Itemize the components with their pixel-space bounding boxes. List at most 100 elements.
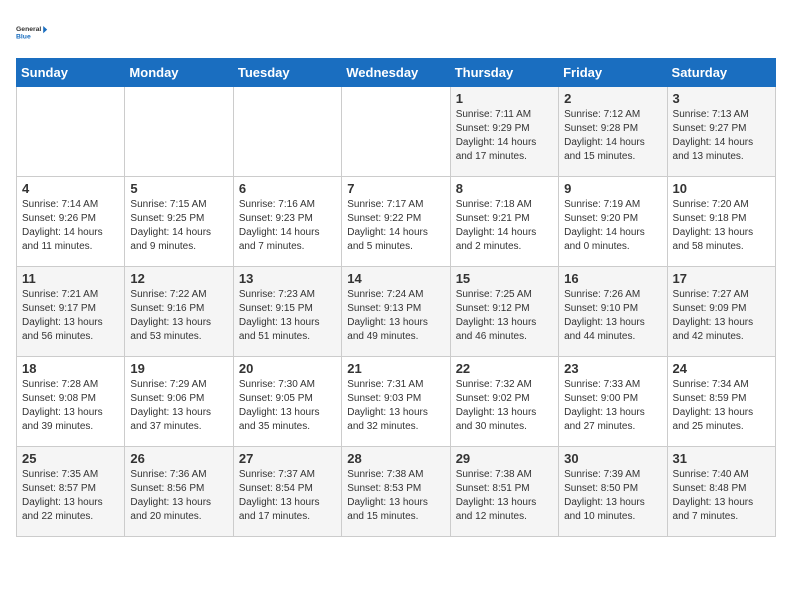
day-number: 2 (564, 91, 661, 106)
day-number: 20 (239, 361, 336, 376)
calendar-cell: 3Sunrise: 7:13 AM Sunset: 9:27 PM Daylig… (667, 87, 775, 177)
weekday-header: Wednesday (342, 59, 450, 87)
calendar-cell (233, 87, 341, 177)
day-info: Sunrise: 7:31 AM Sunset: 9:03 PM Dayligh… (347, 378, 444, 434)
day-number: 5 (130, 181, 227, 196)
day-number: 23 (564, 361, 661, 376)
day-info: Sunrise: 7:25 AM Sunset: 9:12 PM Dayligh… (456, 288, 553, 344)
day-number: 14 (347, 271, 444, 286)
svg-text:Blue: Blue (16, 33, 31, 40)
day-info: Sunrise: 7:14 AM Sunset: 9:26 PM Dayligh… (22, 198, 119, 254)
svg-text:General: General (16, 26, 41, 33)
calendar-cell: 31Sunrise: 7:40 AM Sunset: 8:48 PM Dayli… (667, 447, 775, 537)
calendar-cell: 20 Sunrise: 7:30 AM Sunset: 9:05 PM Dayli… (233, 357, 341, 447)
day-info: Sunrise: 7:20 AM Sunset: 9:18 PM Dayligh… (673, 198, 770, 254)
calendar-cell: 29 Sunrise: 7:38 AM Sunset: 8:51 PM Dayli… (450, 447, 558, 537)
day-number: 30 (564, 451, 661, 466)
day-info: Sunrise: 7:18 AM Sunset: 9:21 PM Dayligh… (456, 198, 553, 254)
weekday-header: Tuesday (233, 59, 341, 87)
day-info: Sunrise: 7:38 AM Sunset: 8:51 PM Dayligh… (456, 468, 553, 524)
day-number: 4 (22, 181, 119, 196)
day-info: Sunrise: 7:28 AM Sunset: 9:08 PM Dayligh… (22, 378, 119, 434)
day-number: 22 (456, 361, 553, 376)
day-number: 24 (673, 361, 770, 376)
day-info: Sunrise: 7:16 AM Sunset: 9:23 PM Dayligh… (239, 198, 336, 254)
weekday-header: Saturday (667, 59, 775, 87)
calendar-cell: 5 Sunrise: 7:15 AM Sunset: 9:25 PM Daylig… (125, 177, 233, 267)
day-info: Sunrise: 7:22 AM Sunset: 9:16 PM Dayligh… (130, 288, 227, 344)
day-info: Sunrise: 7:12 AM Sunset: 9:28 PM Dayligh… (564, 108, 661, 164)
day-number: 18 (22, 361, 119, 376)
day-number: 6 (239, 181, 336, 196)
day-number: 10 (673, 181, 770, 196)
calendar-cell: 17 Sunrise: 7:27 AM Sunset: 9:09 PM Dayli… (667, 267, 775, 357)
calendar-cell: 8Sunrise: 7:18 AM Sunset: 9:21 PM Daylig… (450, 177, 558, 267)
day-number: 7 (347, 181, 444, 196)
calendar-cell (342, 87, 450, 177)
calendar-cell: 14 Sunrise: 7:24 AM Sunset: 9:13 PM Dayli… (342, 267, 450, 357)
day-info: Sunrise: 7:26 AM Sunset: 9:10 PM Dayligh… (564, 288, 661, 344)
calendar-cell: 26 Sunrise: 7:36 AM Sunset: 8:56 PM Dayli… (125, 447, 233, 537)
day-info: Sunrise: 7:17 AM Sunset: 9:22 PM Dayligh… (347, 198, 444, 254)
day-info: Sunrise: 7:38 AM Sunset: 8:53 PM Dayligh… (347, 468, 444, 524)
calendar-cell: 23Sunrise: 7:33 AM Sunset: 9:00 PM Dayli… (559, 357, 667, 447)
day-info: Sunrise: 7:15 AM Sunset: 9:25 PM Dayligh… (130, 198, 227, 254)
calendar-cell: 6 Sunrise: 7:16 AM Sunset: 9:23 PM Daylig… (233, 177, 341, 267)
day-info: Sunrise: 7:21 AM Sunset: 9:17 PM Dayligh… (22, 288, 119, 344)
day-info: Sunrise: 7:32 AM Sunset: 9:02 PM Dayligh… (456, 378, 553, 434)
day-info: Sunrise: 7:27 AM Sunset: 9:09 PM Dayligh… (673, 288, 770, 344)
calendar-cell: 13 Sunrise: 7:23 AM Sunset: 9:15 PM Dayli… (233, 267, 341, 357)
calendar-cell (17, 87, 125, 177)
day-info: Sunrise: 7:37 AM Sunset: 8:54 PM Dayligh… (239, 468, 336, 524)
day-number: 11 (22, 271, 119, 286)
calendar-cell: 2 Sunrise: 7:12 AM Sunset: 9:28 PM Daylig… (559, 87, 667, 177)
calendar-cell: 12 Sunrise: 7:22 AM Sunset: 9:16 PM Dayli… (125, 267, 233, 357)
day-number: 29 (456, 451, 553, 466)
calendar-cell: 27 Sunrise: 7:37 AM Sunset: 8:54 PM Dayli… (233, 447, 341, 537)
day-info: Sunrise: 7:39 AM Sunset: 8:50 PM Dayligh… (564, 468, 661, 524)
weekday-header: Monday (125, 59, 233, 87)
day-number: 27 (239, 451, 336, 466)
day-info: Sunrise: 7:29 AM Sunset: 9:06 PM Dayligh… (130, 378, 227, 434)
calendar-cell: 15 Sunrise: 7:25 AM Sunset: 9:12 PM Dayli… (450, 267, 558, 357)
weekday-header: Thursday (450, 59, 558, 87)
day-number: 12 (130, 271, 227, 286)
day-info: Sunrise: 7:34 AM Sunset: 8:59 PM Dayligh… (673, 378, 770, 434)
calendar-cell: 4 Sunrise: 7:14 AM Sunset: 9:26 PM Daylig… (17, 177, 125, 267)
day-number: 15 (456, 271, 553, 286)
day-info: Sunrise: 7:23 AM Sunset: 9:15 PM Dayligh… (239, 288, 336, 344)
logo-icon: GeneralBlue (16, 16, 48, 48)
calendar-table: SundayMondayTuesdayWednesdayThursdayFrid… (16, 58, 776, 537)
calendar-cell: 1 Sunrise: 7:11 AM Sunset: 9:29 PM Daylig… (450, 87, 558, 177)
day-info: Sunrise: 7:40 AM Sunset: 8:48 PM Dayligh… (673, 468, 770, 524)
weekday-header: Sunday (17, 59, 125, 87)
day-number: 26 (130, 451, 227, 466)
day-number: 21 (347, 361, 444, 376)
calendar-cell: 24 Sunrise: 7:34 AM Sunset: 8:59 PM Dayli… (667, 357, 775, 447)
calendar-cell (125, 87, 233, 177)
day-info: Sunrise: 7:36 AM Sunset: 8:56 PM Dayligh… (130, 468, 227, 524)
calendar-cell: 21 Sunrise: 7:31 AM Sunset: 9:03 PM Dayli… (342, 357, 450, 447)
calendar-cell: 22 Sunrise: 7:32 AM Sunset: 9:02 PM Dayli… (450, 357, 558, 447)
day-info: Sunrise: 7:24 AM Sunset: 9:13 PM Dayligh… (347, 288, 444, 344)
day-number: 16 (564, 271, 661, 286)
day-number: 17 (673, 271, 770, 286)
calendar-cell: 19 Sunrise: 7:29 AM Sunset: 9:06 PM Dayli… (125, 357, 233, 447)
calendar-cell: 11 Sunrise: 7:21 AM Sunset: 9:17 PM Dayli… (17, 267, 125, 357)
day-number: 13 (239, 271, 336, 286)
calendar-cell: 10 Sunrise: 7:20 AM Sunset: 9:18 PM Dayli… (667, 177, 775, 267)
day-number: 1 (456, 91, 553, 106)
day-info: Sunrise: 7:35 AM Sunset: 8:57 PM Dayligh… (22, 468, 119, 524)
day-number: 25 (22, 451, 119, 466)
logo: GeneralBlue (16, 16, 48, 48)
day-number: 19 (130, 361, 227, 376)
calendar-cell: 9Sunrise: 7:19 AM Sunset: 9:20 PM Daylig… (559, 177, 667, 267)
calendar-cell: 18 Sunrise: 7:28 AM Sunset: 9:08 PM Dayli… (17, 357, 125, 447)
day-number: 28 (347, 451, 444, 466)
day-info: Sunrise: 7:30 AM Sunset: 9:05 PM Dayligh… (239, 378, 336, 434)
page-header: GeneralBlue (16, 16, 776, 48)
day-info: Sunrise: 7:11 AM Sunset: 9:29 PM Dayligh… (456, 108, 553, 164)
calendar-cell: 28 Sunrise: 7:38 AM Sunset: 8:53 PM Dayli… (342, 447, 450, 537)
calendar-cell: 7 Sunrise: 7:17 AM Sunset: 9:22 PM Daylig… (342, 177, 450, 267)
calendar-cell: 16 Sunrise: 7:26 AM Sunset: 9:10 PM Dayli… (559, 267, 667, 357)
